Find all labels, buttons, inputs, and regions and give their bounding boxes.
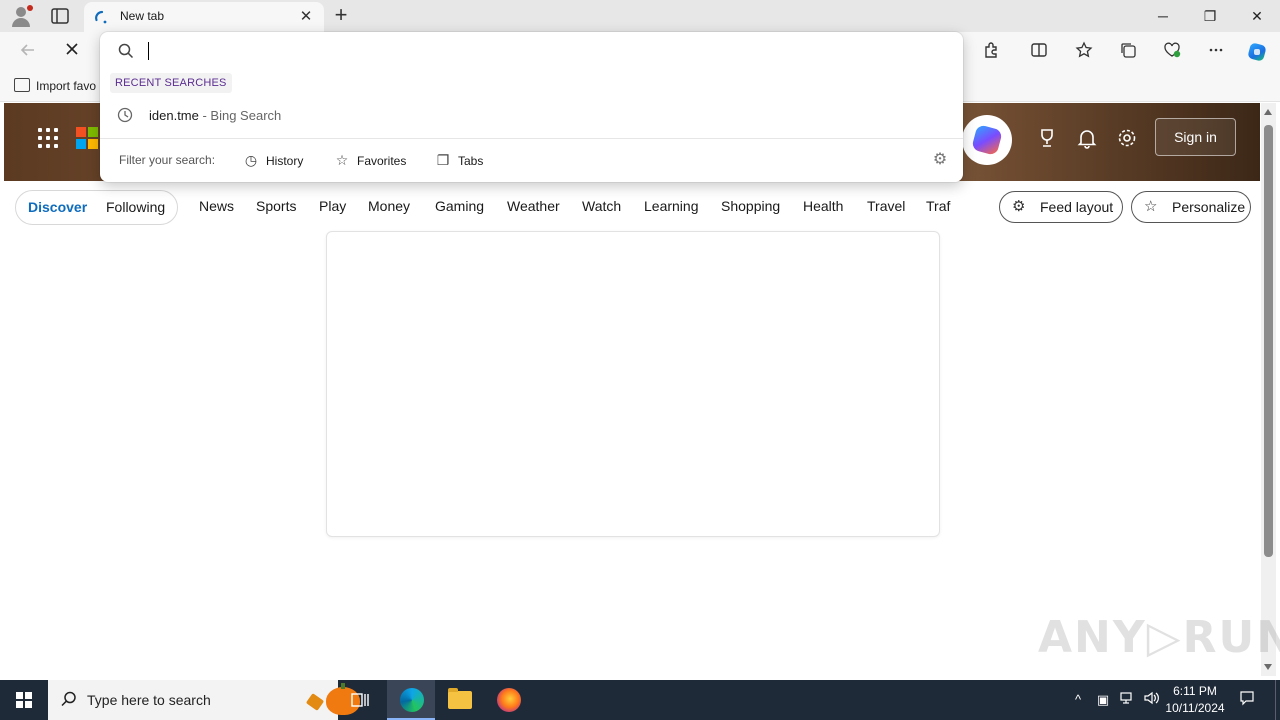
stop-loading-icon[interactable] xyxy=(61,41,83,63)
profile-icon[interactable] xyxy=(10,5,33,27)
category-sports[interactable]: Sports xyxy=(256,198,296,214)
copilot-button[interactable] xyxy=(962,115,1012,165)
dropdown-divider xyxy=(100,138,963,139)
new-tab-button[interactable]: + xyxy=(330,4,352,28)
search-icon xyxy=(60,690,78,708)
category-play[interactable]: Play xyxy=(319,198,346,214)
address-input[interactable] xyxy=(148,40,928,62)
text-caret xyxy=(148,42,149,60)
import-icon xyxy=(14,78,30,92)
action-center-icon[interactable] xyxy=(1237,690,1257,710)
title-bar: New tab ✕ + ─ ❐ ✕ xyxy=(0,0,1280,32)
search-icon xyxy=(117,42,135,60)
volume-icon[interactable] xyxy=(1141,690,1161,710)
filter-tabs-button[interactable]: ❐ Tabs xyxy=(434,150,484,170)
minimize-button[interactable]: ─ xyxy=(1140,4,1186,28)
tray-overflow-chevron-icon[interactable]: ^ xyxy=(1068,690,1088,710)
close-window-button[interactable]: ✕ xyxy=(1234,4,1280,28)
taskbar-firefox-button[interactable] xyxy=(484,680,532,720)
tab-close-icon[interactable]: ✕ xyxy=(298,9,314,25)
personalize-button[interactable]: ☆ Personalize xyxy=(1131,191,1251,223)
task-view-icon xyxy=(350,692,370,708)
task-view-button[interactable] xyxy=(336,680,384,720)
system-clock[interactable]: 6:11 PM 10/11/2024 xyxy=(1160,683,1230,717)
search-settings-gear-icon[interactable]: ⚙ xyxy=(930,150,950,170)
scroll-down-arrow-icon[interactable] xyxy=(1264,664,1272,670)
microsoft-logo-icon xyxy=(76,127,98,149)
filter-label: Filter your search: xyxy=(119,153,216,167)
copilot-icon[interactable] xyxy=(1246,41,1268,63)
tray-device-icon[interactable]: ▣ xyxy=(1093,690,1113,710)
category-news[interactable]: News xyxy=(199,198,234,214)
tab-new-tab[interactable]: New tab ✕ xyxy=(84,2,324,32)
app-launcher-icon[interactable] xyxy=(38,128,58,148)
address-bar-dropdown: RECENT SEARCHES iden.tme - Bing Search F… xyxy=(100,32,963,182)
folder-icon xyxy=(448,688,472,709)
tab-following[interactable]: Following xyxy=(106,199,165,215)
clock-time: 6:11 PM xyxy=(1173,684,1217,698)
clock-date: 10/11/2024 xyxy=(1165,701,1225,715)
split-screen-icon[interactable] xyxy=(1028,41,1050,63)
sliders-icon: ⚙ xyxy=(1012,198,1026,215)
tab-title: New tab xyxy=(120,9,165,23)
browser-essentials-icon[interactable] xyxy=(1161,41,1183,63)
favorites-icon[interactable] xyxy=(1073,41,1095,63)
more-options-icon[interactable] xyxy=(1205,41,1227,63)
settings-gear-icon[interactable] xyxy=(1115,127,1139,151)
category-nav: Discover Following News Sports Play Mone… xyxy=(4,181,1260,231)
show-desktop-button[interactable] xyxy=(1275,680,1276,720)
restore-button[interactable]: ❐ xyxy=(1187,4,1233,28)
category-traffic[interactable]: Traf xyxy=(926,198,950,214)
category-travel[interactable]: Travel xyxy=(867,198,905,214)
history-icon: ◷ xyxy=(244,152,258,168)
firefox-icon xyxy=(497,688,521,712)
taskbar-search-placeholder: Type here to search xyxy=(87,692,211,708)
category-learning[interactable]: Learning xyxy=(644,198,699,214)
windows-taskbar: Type here to search ^ ▣ 6:11 PM 10/11/20… xyxy=(0,680,1280,720)
category-health[interactable]: Health xyxy=(803,198,843,214)
filter-favorites-button[interactable]: ☆ Favorites xyxy=(333,150,407,170)
feed-layout-button[interactable]: ⚙ Feed layout xyxy=(999,191,1123,223)
category-shopping[interactable]: Shopping xyxy=(721,198,780,214)
anyrun-watermark: ANY▷RUN xyxy=(1038,612,1280,663)
scroll-up-arrow-icon[interactable] xyxy=(1264,109,1272,115)
sparkle-star-icon: ☆ xyxy=(1144,198,1158,215)
history-icon xyxy=(116,106,134,124)
start-button[interactable] xyxy=(0,680,48,720)
suggestion-item[interactable]: iden.tme - Bing Search xyxy=(100,102,963,128)
taskbar-file-explorer-button[interactable] xyxy=(435,680,483,720)
page-scrollbar[interactable] xyxy=(1261,103,1276,676)
copilot-logo-icon xyxy=(971,124,1003,156)
tab-discover[interactable]: Discover xyxy=(28,199,87,215)
suggestion-source: - Bing Search xyxy=(198,108,282,123)
category-money[interactable]: Money xyxy=(368,198,410,214)
category-watch[interactable]: Watch xyxy=(582,198,621,214)
windows-logo-icon xyxy=(16,692,32,708)
recent-searches-header: RECENT SEARCHES xyxy=(110,73,232,93)
edge-icon xyxy=(400,688,424,712)
feed-tab-group: Discover Following xyxy=(15,190,178,225)
star-icon: ☆ xyxy=(335,152,349,168)
taskbar-edge-button[interactable] xyxy=(387,680,435,720)
category-weather[interactable]: Weather xyxy=(507,198,560,214)
back-arrow-icon[interactable] xyxy=(17,41,39,63)
rewards-trophy-icon[interactable] xyxy=(1035,127,1059,151)
loading-spinner-icon xyxy=(94,10,110,26)
collections-icon[interactable] xyxy=(1117,41,1139,63)
suggestion-query: iden.tme xyxy=(149,108,199,123)
tabs-icon: ❐ xyxy=(436,152,450,168)
feed-card-placeholder xyxy=(326,231,940,537)
notifications-bell-icon[interactable] xyxy=(1075,127,1099,151)
scroll-thumb[interactable] xyxy=(1264,125,1273,557)
taskbar-search-box[interactable]: Type here to search xyxy=(48,680,360,720)
extensions-icon[interactable] xyxy=(980,41,1002,63)
network-icon[interactable] xyxy=(1117,690,1137,710)
import-favorites-link[interactable]: Import favo xyxy=(14,78,96,93)
category-gaming[interactable]: Gaming xyxy=(435,198,484,214)
new-tab-page: Sign in Discover Following News Sports P… xyxy=(4,103,1260,676)
tab-actions-icon[interactable] xyxy=(50,7,70,25)
filter-history-button[interactable]: ◷ History xyxy=(242,150,303,170)
sign-in-button[interactable]: Sign in xyxy=(1155,118,1236,156)
autumn-leaf-icon xyxy=(305,693,325,711)
